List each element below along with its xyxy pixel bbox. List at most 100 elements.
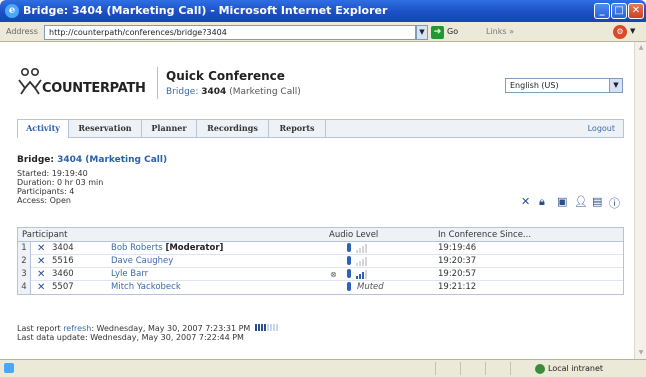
participants-text: Participants: 4 [17, 187, 75, 196]
participant-name-text[interactable]: Dave Caughey [111, 256, 173, 266]
duration-text: Duration: 0 hr 03 min [17, 178, 104, 187]
tab-reports[interactable]: Reports [269, 120, 326, 137]
chevron-down-icon[interactable]: ▼ [416, 25, 428, 40]
progress-segment [266, 324, 269, 331]
audio-level-bar [359, 274, 361, 279]
tab-activity[interactable]: Activity [18, 120, 69, 138]
conference-since: 19:21:12 [438, 282, 477, 292]
row-number: 1 [18, 242, 31, 255]
table-body: 1 ✕ 3404 Bob Roberts [Moderator] 19:19:46 2 ✕ 5… [18, 242, 623, 294]
audio-level-bar [356, 250, 358, 253]
audio-level-meter [356, 270, 370, 279]
language-select[interactable]: English (US) ▼ [505, 78, 623, 93]
audio-level-bar [356, 276, 358, 279]
tools-icon[interactable]: ⚙ [613, 25, 627, 39]
help-icon[interactable]: ⓘ [609, 195, 620, 211]
window-title: Bridge: 3404 (Marketing Call) - Microsof… [23, 4, 388, 17]
close-window-button[interactable]: ✕ [628, 3, 644, 19]
scroll-up-icon[interactable]: ▲ [636, 43, 646, 53]
participant-extension: 5516 [52, 256, 74, 266]
conference-since: 19:20:37 [438, 256, 477, 266]
participant-extension: 3404 [52, 243, 74, 253]
close-icon[interactable]: ✕ [521, 195, 530, 208]
add-participant-icon[interactable]: 👤︎ [574, 195, 588, 208]
page-viewport: COUNTERPATH Quick Conference Bridge: 340… [0, 42, 646, 359]
vertical-scrollbar[interactable]: ▲ ▼ [634, 42, 646, 359]
maximize-button[interactable]: □ [611, 3, 627, 19]
table-row[interactable]: 4 ✕ 5507 Mitch Yackobeck Muted 19:21:12 [18, 281, 623, 294]
table-row[interactable]: 3 ✕ 3460 Lyle Barr ⊗ 19:20:57 [18, 268, 623, 281]
minimize-button[interactable]: _ [594, 3, 610, 19]
participant-name[interactable]: Dave Caughey [111, 255, 173, 268]
audio-level-meter [356, 244, 370, 253]
microphone-icon[interactable] [347, 269, 351, 278]
drop-participant-icon[interactable]: ✕ [37, 255, 45, 268]
tab-reservation[interactable]: Reservation [69, 120, 142, 137]
bridge-subtitle: Bridge: 3404 (Marketing Call) [166, 87, 301, 97]
microphone-icon[interactable] [347, 256, 351, 265]
tab-recordings[interactable]: Recordings [197, 120, 269, 137]
logout-link[interactable]: Logout [588, 120, 615, 137]
participant-name-text[interactable]: Lyle Barr [111, 269, 148, 279]
list-icon[interactable]: ▤ [592, 195, 602, 208]
tab-planner[interactable]: Planner [142, 120, 197, 137]
header-participant: Participant [22, 230, 68, 240]
participant-name[interactable]: Lyle Barr [111, 268, 148, 281]
drop-participant-icon[interactable]: ✕ [37, 281, 45, 294]
refresh-progress-bar [254, 324, 279, 333]
progress-segment [254, 324, 257, 331]
footer-status: Last report refresh: Wednesday, May 30, … [17, 324, 279, 342]
nav-tabs: Activity Reservation Planner Recordings … [17, 119, 624, 138]
last-report-line: Last report refresh: Wednesday, May 30, … [17, 324, 279, 333]
progress-segment [272, 324, 275, 331]
table-row[interactable]: 1 ✕ 3404 Bob Roberts [Moderator] 19:19:46 [18, 242, 623, 255]
counterpath-logo: COUNTERPATH [16, 66, 156, 102]
chevron-down-icon[interactable]: ▼ [609, 79, 622, 92]
go-button[interactable]: Go [447, 27, 458, 36]
progress-segment [257, 324, 260, 331]
microphone-icon[interactable] [347, 243, 351, 252]
participant-extension: 3460 [52, 269, 74, 279]
drop-participant-icon[interactable]: ✕ [37, 268, 45, 281]
security-zone: Local intranet [535, 362, 603, 375]
audio-level-bar [362, 272, 364, 279]
links-button[interactable]: Links » [486, 27, 514, 36]
microphone-icon[interactable] [347, 282, 351, 291]
tools-dropdown-icon[interactable]: ▼ [630, 27, 635, 35]
address-input[interactable]: http://counterpath/conferences/bridge?34… [44, 25, 416, 40]
bridge-heading-label: Bridge: [17, 155, 54, 165]
table-header: Participant Audio Level In Conference Si… [18, 228, 623, 242]
address-label: Address [6, 27, 38, 36]
progress-segment [260, 324, 263, 331]
window-titlebar: e Bridge: 3404 (Marketing Call) - Micros… [0, 0, 646, 22]
drop-participant-icon[interactable]: ✕ [37, 242, 45, 255]
lock-icon[interactable]: 🔒︎ [539, 195, 545, 209]
progress-segment [275, 324, 278, 331]
record-icon[interactable]: ▣ [557, 195, 567, 208]
participant-name-text[interactable]: Mitch Yackobeck [111, 282, 181, 292]
participant-table: Participant Audio Level In Conference Si… [17, 227, 624, 295]
audio-level-bar [359, 261, 361, 266]
header-audio-level: Audio Level [329, 230, 379, 240]
bridge-sub-name: (Marketing Call) [229, 87, 301, 97]
access-text: Access: Open [17, 196, 71, 205]
started-text: Started: 19:19:40 [17, 169, 88, 178]
status-divider [485, 362, 486, 375]
participant-name[interactable]: Bob Roberts [Moderator] [111, 242, 223, 255]
row-number: 2 [18, 255, 31, 268]
zone-label: Local intranet [548, 364, 604, 373]
table-row[interactable]: 2 ✕ 5516 Dave Caughey 19:20:37 [18, 255, 623, 268]
refresh-link[interactable]: refresh [63, 324, 91, 333]
scroll-down-icon[interactable]: ▼ [636, 348, 646, 358]
language-value: English (US) [510, 81, 559, 90]
participant-name-text[interactable]: Bob Roberts [111, 243, 163, 253]
header-divider [157, 67, 158, 99]
browser-status-bar: Local intranet [0, 359, 646, 377]
go-arrow-icon[interactable]: ➔ [431, 26, 444, 39]
audio-level-bar [362, 246, 364, 253]
participant-name[interactable]: Mitch Yackobeck [111, 281, 181, 294]
audio-level-meter [356, 257, 370, 266]
progress-segment [269, 324, 272, 331]
audio-level-bar [365, 270, 367, 279]
row-number: 3 [18, 268, 31, 281]
